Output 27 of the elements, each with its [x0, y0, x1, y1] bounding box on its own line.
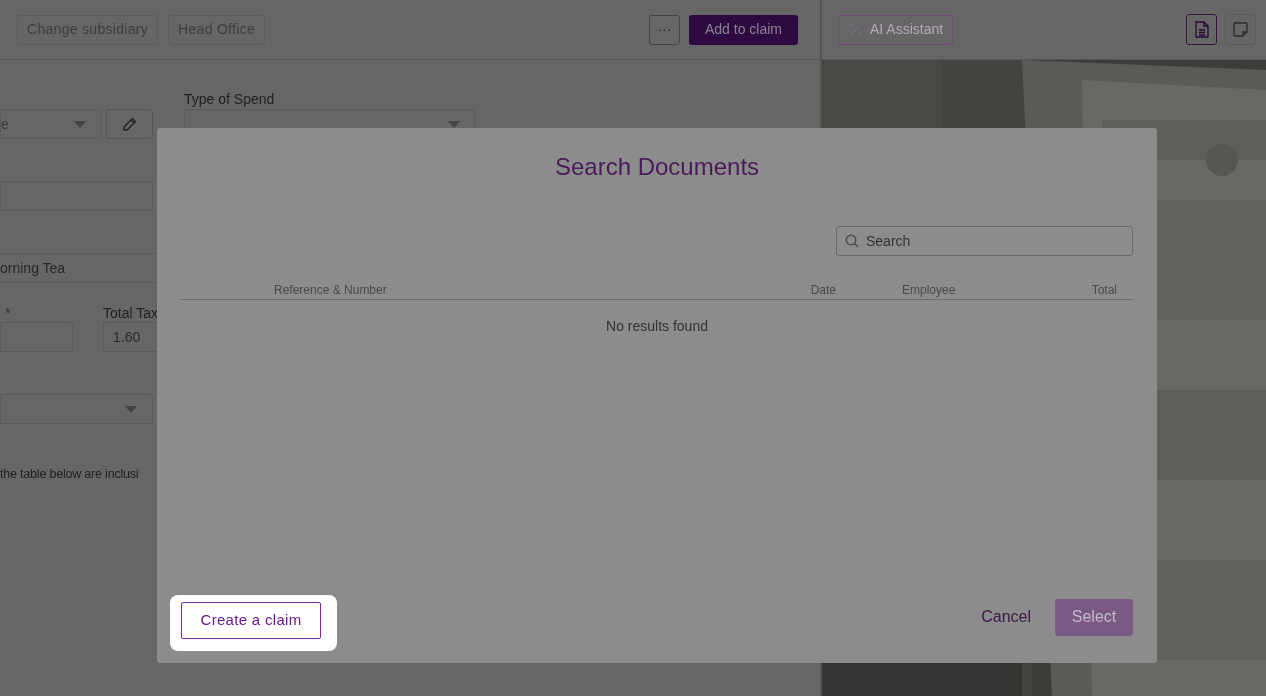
pencil-icon	[122, 116, 137, 132]
caret-icon	[125, 405, 137, 413]
column-header: Total	[1090, 281, 1118, 299]
view-toggle[interactable]	[1225, 14, 1256, 45]
empty-message: No results found	[606, 317, 708, 336]
dialog-title: Search Documents	[554, 152, 760, 182]
search-field[interactable]: Search	[836, 226, 1133, 256]
create-claim-button[interactable]: Create a claim	[181, 602, 321, 639]
search-icon	[845, 234, 859, 248]
caret-icon	[74, 120, 86, 128]
ai-assistant-button[interactable]: AI Assistant	[838, 14, 954, 45]
column-header: Employee	[901, 281, 957, 299]
note-text: the table below are inclusi	[0, 466, 139, 483]
column-header: Reference & Number	[273, 281, 388, 299]
document-icon	[1194, 21, 1209, 38]
view-toggle[interactable]	[1186, 14, 1217, 45]
more-button[interactable]: ···	[648, 14, 680, 45]
magic-wand-icon	[848, 22, 863, 37]
required-mark: *	[4, 305, 12, 322]
cancel-button[interactable]: Cancel	[981, 605, 1031, 629]
note-icon	[1233, 22, 1248, 37]
field-label: Total Tax	[103, 305, 159, 322]
add-to-claim-button[interactable]: Add to claim	[688, 14, 798, 45]
field-label: Type of Spend	[184, 90, 276, 109]
edit-button[interactable]	[106, 109, 153, 139]
select-field[interactable]	[0, 394, 153, 424]
column-header: Date	[809, 281, 836, 299]
